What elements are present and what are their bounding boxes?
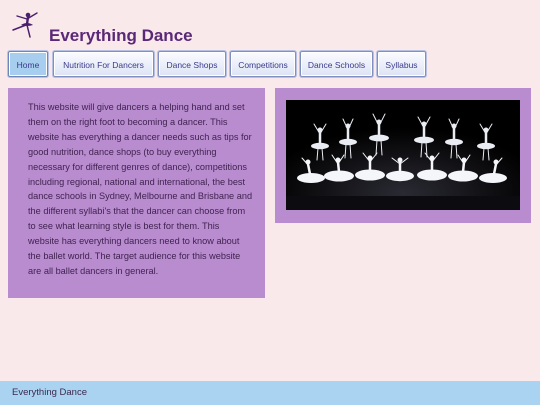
ballet-performance-photo [286,100,520,210]
nav-competitions[interactable]: Competitions [230,51,296,77]
nav-home[interactable]: Home [8,51,48,77]
nav-nutrition-for-dancers[interactable]: Nutrition For Dancers [53,51,154,77]
intro-panel: This website will give dancers a helping… [8,88,265,298]
nav-dance-schools[interactable]: Dance Schools [300,51,373,77]
site-footer: Everything Dance [0,381,540,405]
intro-paragraph: This website will give dancers a helping… [28,102,253,276]
ballerina-logo-icon [12,12,38,38]
nav-dance-shops[interactable]: Dance Shops [158,51,226,77]
photo-panel [275,88,531,223]
footer-text: Everything Dance [12,387,87,398]
nav-syllabus[interactable]: Syllabus [377,51,426,77]
site-title: Everything Dance [49,26,193,45]
